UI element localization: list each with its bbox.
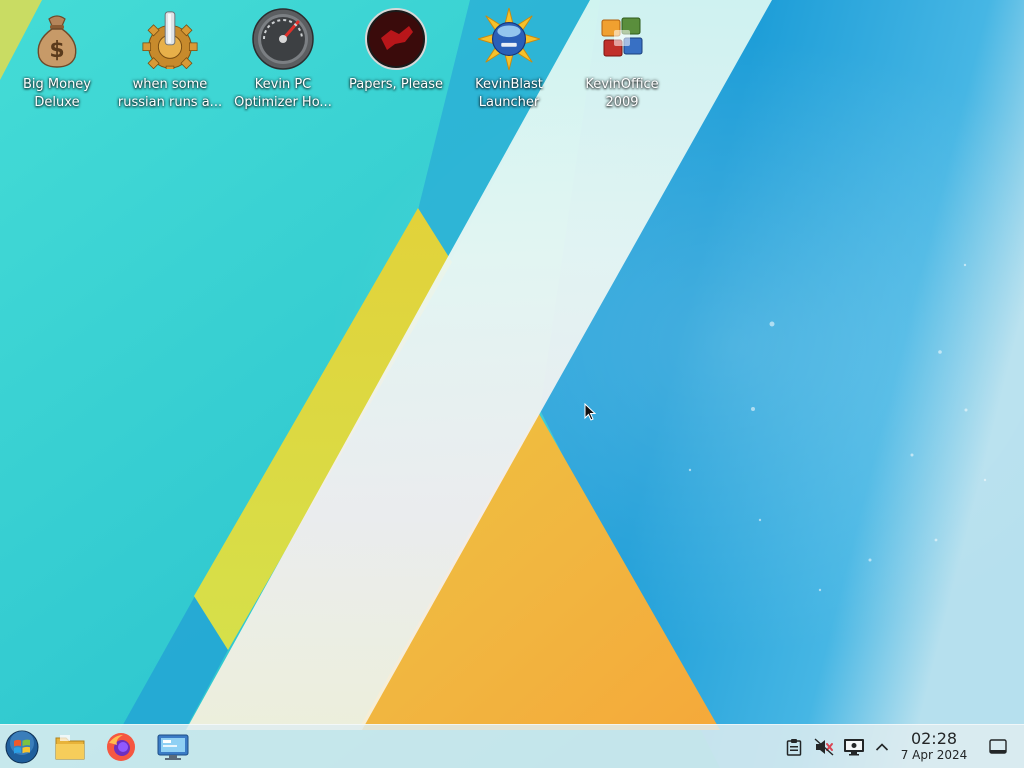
desktop-icon-label: Papers, Please	[348, 77, 444, 92]
firefox-icon	[107, 733, 135, 761]
office-logo-icon	[591, 8, 653, 70]
clock-date: 7 Apr 2024	[900, 748, 968, 762]
digital-clock[interactable]: 02:28 7 Apr 2024	[890, 730, 978, 763]
wallpaper	[0, 0, 1024, 768]
clock-time: 02:28	[910, 729, 958, 748]
show-desktop-button[interactable]	[987, 736, 1009, 758]
clipboard-icon	[786, 739, 802, 756]
file-manager-button[interactable]	[52, 729, 88, 765]
display-settings-button[interactable]	[843, 736, 865, 758]
volume-button[interactable]	[813, 736, 835, 758]
papers-please-icon	[365, 8, 427, 70]
desktop-icon-label: Optimizer Ho...	[234, 95, 332, 110]
desktop-icon-label: russian runs a...	[117, 95, 223, 110]
desktop-icon-label: Deluxe	[34, 95, 80, 110]
desktop-icon-when-some-russian[interactable]: when some russian runs a...	[114, 8, 226, 112]
show-desktop-icon	[989, 739, 1007, 754]
folder-icon	[55, 735, 85, 760]
svg-text:$: $	[49, 38, 64, 63]
desktop-icon-label: when some	[132, 77, 208, 92]
desktop-icon-label: Big Money	[22, 77, 91, 92]
desktop-icon-kevin-pc-optimizer[interactable]: Kevin PC Optimizer Ho...	[227, 8, 339, 112]
gear-joystick-icon	[139, 8, 201, 70]
desktop[interactable]: $ Big Money Deluxe when some russian run…	[0, 0, 1024, 768]
start-menu-button[interactable]	[4, 729, 40, 765]
monitor-icon	[157, 734, 189, 760]
firefox-button[interactable]	[103, 729, 139, 765]
remote-desktop-button[interactable]	[155, 729, 191, 765]
desktop-icon-kevinoffice-2009[interactable]: KevinOffice 2009	[566, 8, 678, 112]
burst-disc-icon	[478, 7, 540, 71]
speedometer-icon	[252, 8, 314, 70]
desktop-icon-papers-please[interactable]: Papers, Please	[340, 8, 452, 94]
desktop-icon-label: Launcher	[478, 95, 540, 110]
money-bag-icon: $	[26, 8, 88, 70]
desktop-icon-label: Kevin PC	[254, 77, 312, 92]
desktop-icon-label: KevinOffice	[585, 77, 659, 92]
volume-muted-icon	[814, 738, 834, 756]
desktop-icon-big-money-deluxe[interactable]: $ Big Money Deluxe	[1, 8, 113, 112]
clipboard-button[interactable]	[783, 736, 805, 758]
desktop-icon-label: 2009	[605, 95, 639, 110]
desktop-icon-label: KevinBlast	[475, 77, 543, 92]
desktop-icon-kevinblast-launcher[interactable]: KevinBlast Launcher	[453, 7, 565, 112]
taskbar: 02:28 7 Apr 2024	[0, 724, 1024, 768]
chevron-up-icon	[875, 743, 889, 751]
windows-orb-icon	[5, 730, 39, 764]
display-icon	[844, 739, 864, 756]
mouse-cursor-icon	[584, 403, 596, 421]
